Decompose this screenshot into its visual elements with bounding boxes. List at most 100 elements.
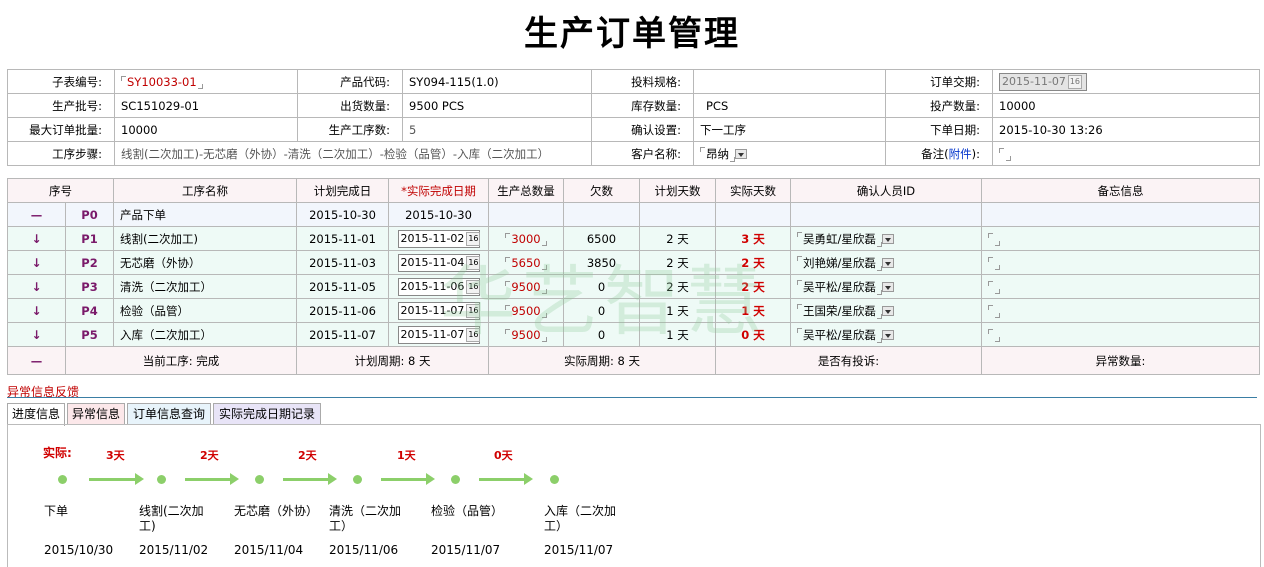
tab-progress[interactable]: 进度信息: [7, 403, 65, 426]
memo-field[interactable]: [981, 226, 1260, 251]
process-table: 序号 工序名称 计划完成日 *实际完成日期 生产总数量 欠数 计划天数 实际天数…: [7, 178, 1260, 375]
remark-label: 备注(附件):: [885, 141, 993, 166]
process-count-label: 生产工序数:: [297, 117, 403, 142]
plan-cycle: 计划周期: 8 天: [296, 346, 489, 375]
order-date-value: 2015-10-30 13:26: [992, 117, 1260, 142]
total-qty-field[interactable]: 9500: [488, 274, 564, 299]
batch-no-label: 生产批号:: [7, 93, 115, 118]
calendar-icon[interactable]: 16: [466, 231, 481, 246]
process-code: P1: [65, 226, 114, 251]
actual-date-input[interactable]: 2015-11-02 16: [397, 229, 481, 248]
chevron-down-icon[interactable]: [735, 149, 747, 159]
sub-no-label: 子表编号:: [7, 69, 115, 94]
delivery-date-cell: 2015-11-07 16: [992, 69, 1260, 94]
table-footer-row: — 当前工序: 完成 计划周期: 8 天 实际周期: 8 天 是否有投诉: 异常…: [7, 346, 1260, 375]
calendar-icon[interactable]: 16: [466, 279, 481, 294]
product-code-label: 产品代码:: [297, 69, 403, 94]
stock-qty-label: 库存数量:: [591, 93, 694, 118]
process-code: P0: [65, 202, 114, 227]
actual-days: 0 天: [715, 322, 791, 347]
actual-days: 2 天: [715, 250, 791, 275]
confirm-person-select[interactable]: 吴平松/星欣磊: [790, 274, 982, 299]
col-header: 工序名称: [113, 178, 297, 203]
chevron-down-icon[interactable]: [881, 330, 894, 340]
confirm-person-select[interactable]: 王国荣/星欣磊: [790, 298, 982, 323]
process-code: P2: [65, 250, 114, 275]
sub-no-field[interactable]: SY10033-01: [114, 69, 298, 94]
calendar-icon[interactable]: 16: [466, 303, 481, 318]
actual-date-input[interactable]: 2015-11-07 16: [397, 301, 481, 320]
calendar-icon[interactable]: 16: [466, 327, 481, 342]
confirm-person-select[interactable]: 吴平松/星欣磊: [790, 322, 982, 347]
process-steps-value: 线割(二次加工)-无芯磨（外协）-清洗（二次加工）-检验（品管）-入库（二次加工…: [114, 141, 592, 166]
attachment-link[interactable]: 附件: [949, 147, 972, 161]
plan-days: 1 天: [639, 322, 716, 347]
tab-abnormal[interactable]: 异常信息: [67, 403, 125, 425]
plan-days: 2 天: [639, 226, 716, 251]
chevron-down-icon[interactable]: [881, 234, 894, 244]
customer-label: 客户名称:: [591, 141, 694, 166]
memo-field[interactable]: [981, 274, 1260, 299]
confirm-person-select[interactable]: 刘艳娣/星欣磊: [790, 250, 982, 275]
owe-qty: 3850: [563, 250, 640, 275]
process-steps-label: 工序步骤:: [7, 141, 115, 166]
product-code-value: SY094-115(1.0): [402, 69, 592, 94]
arrow-down-icon: ↓: [7, 226, 66, 251]
process-name: 检验（品管）: [113, 298, 297, 323]
tab-order-query[interactable]: 订单信息查询: [127, 403, 211, 425]
total-qty-field[interactable]: 9500: [488, 298, 564, 323]
prod-qty-label: 投产数量:: [885, 93, 993, 118]
col-header: 实际天数: [715, 178, 791, 203]
abnormal-qty-label: 异常数量:: [981, 346, 1260, 375]
current-process: 当前工序: 完成: [65, 346, 297, 375]
plan-days: 2 天: [639, 250, 716, 275]
total-qty-field[interactable]: 9500: [488, 322, 564, 347]
chevron-down-icon[interactable]: [881, 282, 894, 292]
progress-panel: [7, 424, 1261, 567]
owe-qty: 0: [563, 298, 640, 323]
actual-date-input[interactable]: 2015-11-07 16: [397, 325, 481, 344]
customer-select[interactable]: 昂纳: [693, 141, 886, 166]
owe-qty: 6500: [563, 226, 640, 251]
remark-field[interactable]: [992, 141, 1260, 166]
chevron-down-icon[interactable]: [881, 258, 894, 268]
ship-qty-label: 出货数量:: [297, 93, 403, 118]
total-qty-field[interactable]: 3000: [488, 226, 564, 251]
plan-days: 2 天: [639, 274, 716, 299]
process-name: 线割(二次加工): [113, 226, 297, 251]
process-code: P3: [65, 274, 114, 299]
col-header: 计划完成日: [296, 178, 389, 203]
calendar-icon[interactable]: 16: [1067, 74, 1082, 89]
delivery-date-input[interactable]: 2015-11-07 16: [999, 72, 1087, 91]
actual-date-cell: 2015-11-02 16: [388, 226, 489, 251]
memo-field[interactable]: [981, 322, 1260, 347]
col-header: 备忘信息: [981, 178, 1260, 203]
memo-field[interactable]: [981, 250, 1260, 275]
actual-date-input[interactable]: 2015-11-06 16: [397, 277, 481, 296]
arrow-down-icon: ↓: [7, 274, 66, 299]
confirm-person-select[interactable]: 吴勇虹/星欣磊: [790, 226, 982, 251]
chevron-down-icon[interactable]: [881, 306, 894, 316]
arrow-down-icon: ↓: [7, 322, 66, 347]
actual-date-input[interactable]: 2015-11-04 16: [397, 253, 481, 272]
prod-qty-value: 10000: [992, 93, 1260, 118]
calendar-icon[interactable]: 16: [466, 255, 481, 270]
table-row: ↓ P5 入库（二次加工） 2015-11-07 2015-11-07 16 95…: [7, 322, 1260, 347]
memo-field[interactable]: [981, 298, 1260, 323]
actual-days: 1 天: [715, 298, 791, 323]
plan-date: 2015-11-07: [296, 322, 389, 347]
actual-date-cell: 2015-11-04 16: [388, 250, 489, 275]
complaint-label: 是否有投诉:: [715, 346, 982, 375]
actual-days: 3 天: [715, 226, 791, 251]
process-code: P5: [65, 322, 114, 347]
process-name: 入库（二次加工）: [113, 322, 297, 347]
tab-actual-date-record[interactable]: 实际完成日期记录: [213, 403, 321, 425]
process-name: 清洗（二次加工）: [113, 274, 297, 299]
total-qty-field[interactable]: 5650: [488, 250, 564, 275]
col-header: 生产总数量: [488, 178, 564, 203]
col-header: 欠数: [563, 178, 640, 203]
plan-days: 1 天: [639, 298, 716, 323]
plan-date: 2015-11-06: [296, 298, 389, 323]
plan-date: 2015-11-05: [296, 274, 389, 299]
material-spec-label: 投料规格:: [591, 69, 694, 94]
